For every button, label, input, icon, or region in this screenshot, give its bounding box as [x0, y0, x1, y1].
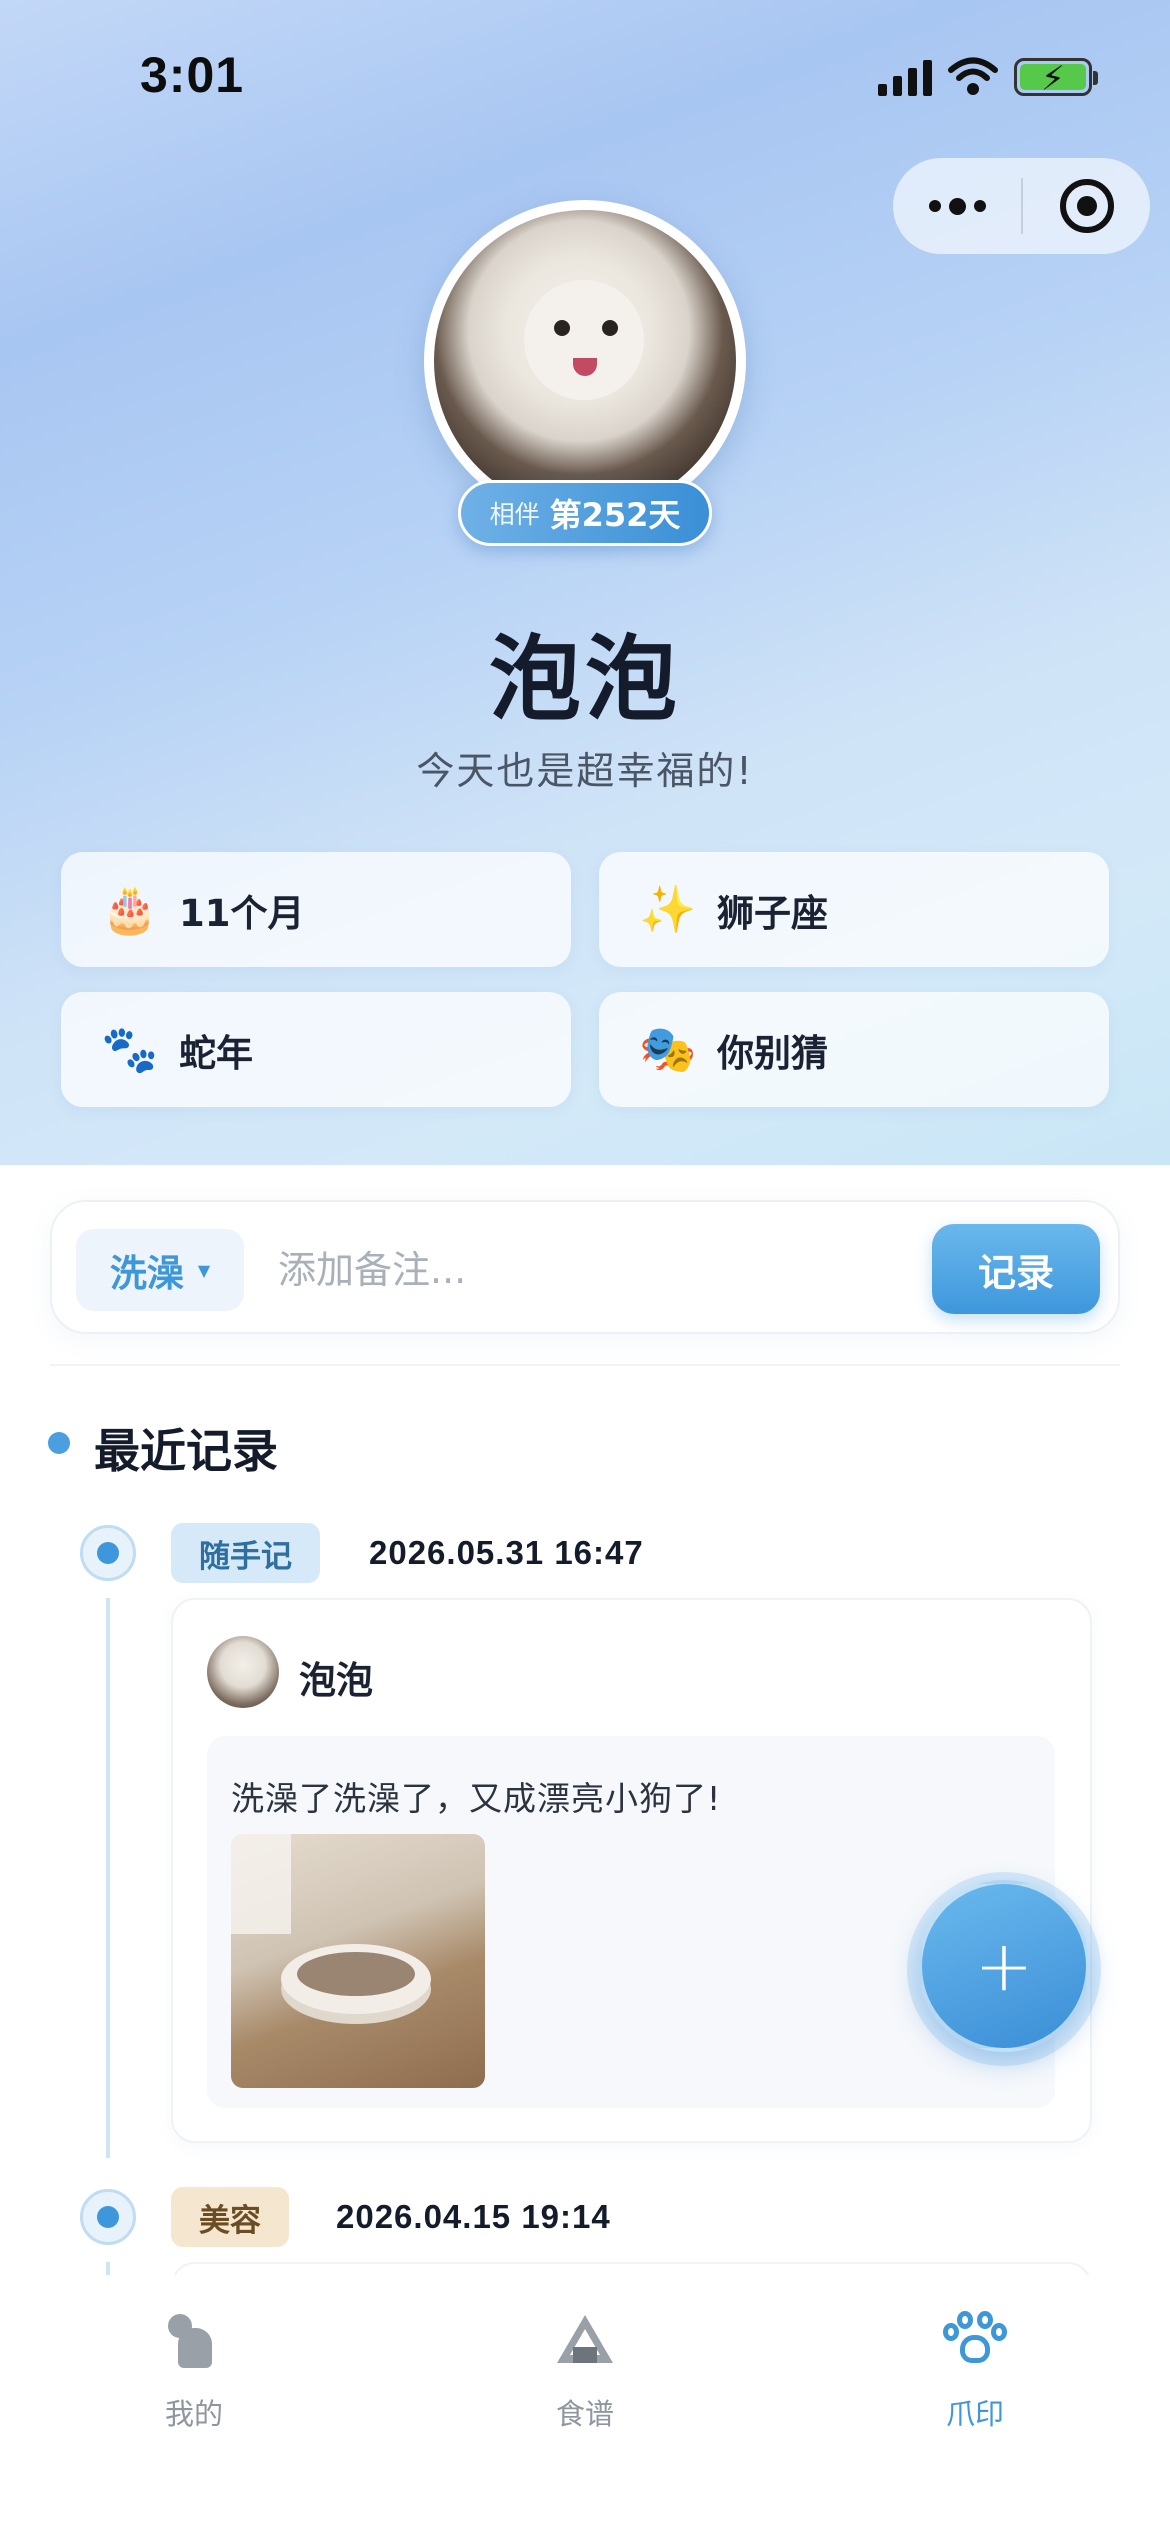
record-tag: 随手记 — [171, 1523, 320, 1583]
status-time: 3:01 — [140, 47, 245, 103]
pet-name: 泡泡 — [488, 626, 681, 733]
section-marker — [48, 1432, 70, 1454]
info-card-text: 蛇年 — [179, 1031, 253, 1075]
wifi-icon — [948, 57, 998, 95]
timeline-line — [106, 1598, 110, 2158]
info-card-year: 🐾 蛇年 — [61, 992, 571, 1107]
author-avatar — [207, 1636, 279, 1708]
tab-recipes[interactable]: 食谱 — [485, 2305, 685, 2433]
more-options-icon[interactable] — [893, 158, 1021, 254]
quick-record-bar: 洗澡 ▼ 记录 — [50, 1200, 1120, 1334]
pet-avatar-image — [434, 210, 736, 512]
onigiri-icon — [557, 2315, 613, 2365]
info-card-personality: 🎭 你别猜 — [599, 992, 1109, 1107]
record-button[interactable]: 记录 — [932, 1224, 1100, 1314]
timeline-node — [80, 2189, 136, 2245]
plus-icon: + — [974, 1925, 1034, 2007]
divider — [50, 1364, 1120, 1366]
birthday-cake-icon: 🎂 — [101, 882, 159, 936]
info-card-text: 你别猜 — [717, 1031, 828, 1075]
record-timestamp: 2026.05.31 16:47 — [369, 1534, 644, 1571]
companion-prefix: 相伴 — [489, 500, 540, 529]
record-type-select[interactable]: 洗澡 ▼ — [76, 1229, 244, 1311]
tab-bar: 我的 食谱 爪印 — [0, 2275, 1170, 2532]
info-card-text: 狮子座 — [717, 891, 828, 935]
cellular-signal-icon — [878, 58, 932, 96]
paw-prints-icon: 🐾 — [101, 1022, 159, 1076]
pet-motto: 今天也是超幸福的! — [416, 749, 754, 793]
chevron-down-icon: ▼ — [197, 1260, 211, 1280]
paw-icon — [943, 2311, 1007, 2369]
add-record-button[interactable]: + — [918, 1880, 1090, 2052]
record-tag: 美容 — [171, 2187, 289, 2247]
record-type-value: 洗澡 — [109, 1252, 184, 1295]
author-name: 泡泡 — [299, 1659, 373, 1702]
info-card-text: 11个月 — [179, 891, 305, 935]
record-timestamp: 2026.04.15 19:14 — [336, 2198, 611, 2235]
companion-days-badge: 相伴 第252天 — [458, 480, 712, 546]
note-input[interactable] — [278, 1229, 858, 1311]
pet-avatar[interactable] — [424, 200, 746, 522]
note-text: 洗澡了洗澡了，又成漂亮小狗了! — [231, 1779, 722, 1818]
timeline-node — [80, 1525, 136, 1581]
profile-header: 3:01 ⚡ 相伴 第252天 泡泡 今天也是超幸福的! 🎂 11个月 ✨ 狮子… — [0, 0, 1170, 1165]
miniprogram-capsule — [893, 158, 1150, 254]
tab-label: 我的 — [164, 2397, 223, 2431]
tab-mine[interactable]: 我的 — [94, 2305, 294, 2433]
record-card[interactable]: 泡泡 洗澡了洗澡了，又成漂亮小狗了! — [171, 1598, 1092, 2143]
tab-pawprints[interactable]: 爪印 — [875, 2305, 1075, 2433]
theater-masks-icon: 🎭 — [639, 1022, 697, 1076]
info-card-age: 🎂 11个月 — [61, 852, 571, 967]
note-photo[interactable] — [231, 1834, 485, 2088]
sparkles-icon: ✨ — [639, 882, 697, 936]
tab-label: 爪印 — [945, 2397, 1004, 2431]
battery-icon: ⚡ — [1014, 58, 1098, 99]
close-miniprogram-icon[interactable] — [1023, 179, 1150, 233]
tab-label: 食谱 — [555, 2397, 614, 2431]
dog-icon — [164, 2310, 224, 2370]
companion-days: 第252天 — [549, 496, 681, 534]
info-card-zodiac: ✨ 狮子座 — [599, 852, 1109, 967]
status-icons: ⚡ — [878, 52, 1098, 102]
section-title: 最近记录 — [94, 1424, 278, 1478]
